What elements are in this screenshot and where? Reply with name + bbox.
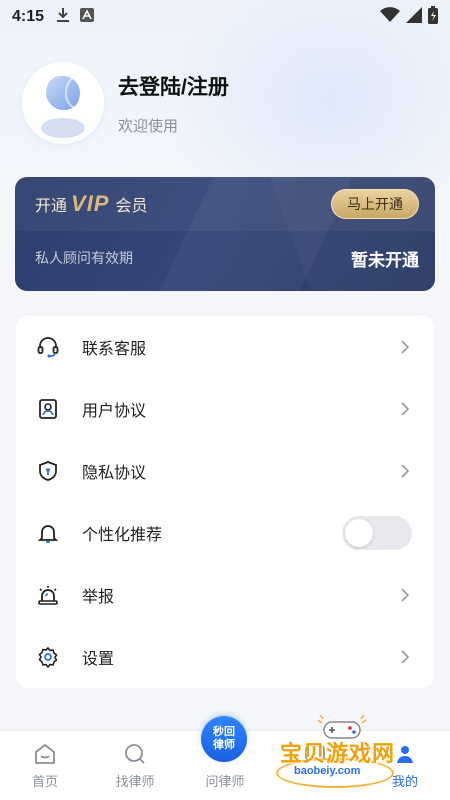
menu-item-settings[interactable]: 设置 xyxy=(16,626,434,688)
wifi-icon xyxy=(380,6,400,28)
gear-icon xyxy=(36,645,60,669)
vip-logo: VIP xyxy=(71,191,110,216)
menu-item-privacy-policy[interactable]: 隐私协议 xyxy=(16,440,434,502)
chevron-right-icon xyxy=(398,588,412,602)
menu-list: 联系客服 用户协议 隐私协议 个性化推荐 举报 设置 xyxy=(16,316,434,688)
menu-label: 举报 xyxy=(82,589,115,606)
open-vip-button[interactable]: 马上开通 xyxy=(331,189,419,219)
nav-home[interactable]: 首页 xyxy=(0,731,90,800)
menu-label: 用户协议 xyxy=(82,403,147,420)
menu-item-customer-service[interactable]: 联系客服 xyxy=(16,316,434,378)
vip-header: 开通 VIP 会员 马上开通 xyxy=(15,177,435,231)
signal-icon xyxy=(406,6,422,28)
nav-find-lawyer[interactable]: 找律师 xyxy=(90,731,180,800)
menu-item-personalized-recommendation: 个性化推荐 xyxy=(16,502,434,564)
menu-label: 设置 xyxy=(82,651,115,668)
status-time: 4:15 xyxy=(12,8,45,25)
watermark-text: 宝贝游戏网 xyxy=(280,741,396,766)
toggle-knob xyxy=(345,519,373,547)
watermark: 宝贝游戏网 baobeiy.com xyxy=(272,712,432,796)
profile-section[interactable]: 去登陆/注册 欢迎使用 xyxy=(22,62,229,144)
menu-item-report[interactable]: 举报 xyxy=(16,564,434,626)
bell-icon xyxy=(36,521,60,545)
avatar[interactable] xyxy=(22,62,104,144)
quick-reply-lawyer-badge[interactable]: 秒回 律师 xyxy=(201,716,247,762)
menu-label: 联系客服 xyxy=(82,341,147,358)
vip-member-text: 会员 xyxy=(115,198,148,215)
shield-icon xyxy=(36,459,60,483)
user-doc-icon xyxy=(36,397,60,421)
search-icon xyxy=(122,741,148,767)
alarm-icon xyxy=(36,583,60,607)
nav-find-lawyer-label: 找律师 xyxy=(115,774,155,789)
welcome-text: 欢迎使用 xyxy=(118,117,179,135)
vip-open-text: 开通 xyxy=(35,198,68,215)
download-icon xyxy=(56,7,70,28)
vip-card[interactable]: 开通 VIP 会员 马上开通 私人顾问有效期 暂未开通 xyxy=(15,177,435,291)
menu-label: 隐私协议 xyxy=(82,465,147,482)
vip-status: 暂未开通 xyxy=(351,250,419,270)
badge-line-2: 律师 xyxy=(213,739,235,751)
chevron-right-icon xyxy=(398,650,412,664)
watermark-url: baobeiy.com xyxy=(294,765,361,777)
nav-ask-lawyer-label: 问律师 xyxy=(205,774,245,789)
chevron-right-icon xyxy=(398,464,412,478)
home-icon xyxy=(32,741,58,767)
login-register-link[interactable]: 去登陆/注册 xyxy=(118,71,229,101)
personalization-toggle[interactable] xyxy=(342,516,412,550)
badge-line-1: 秒回 xyxy=(213,726,235,738)
app-notification-icon xyxy=(80,7,95,27)
battery-icon xyxy=(428,5,438,29)
chevron-right-icon xyxy=(398,402,412,416)
chevron-right-icon xyxy=(398,340,412,354)
menu-label: 个性化推荐 xyxy=(82,527,163,544)
default-avatar-icon xyxy=(41,76,85,138)
menu-item-user-agreement[interactable]: 用户协议 xyxy=(16,378,434,440)
nav-home-label: 首页 xyxy=(31,774,58,789)
headset-icon xyxy=(36,335,60,359)
vip-validity-label: 私人顾问有效期 xyxy=(35,250,133,266)
status-bar: 4:15 xyxy=(0,0,450,34)
